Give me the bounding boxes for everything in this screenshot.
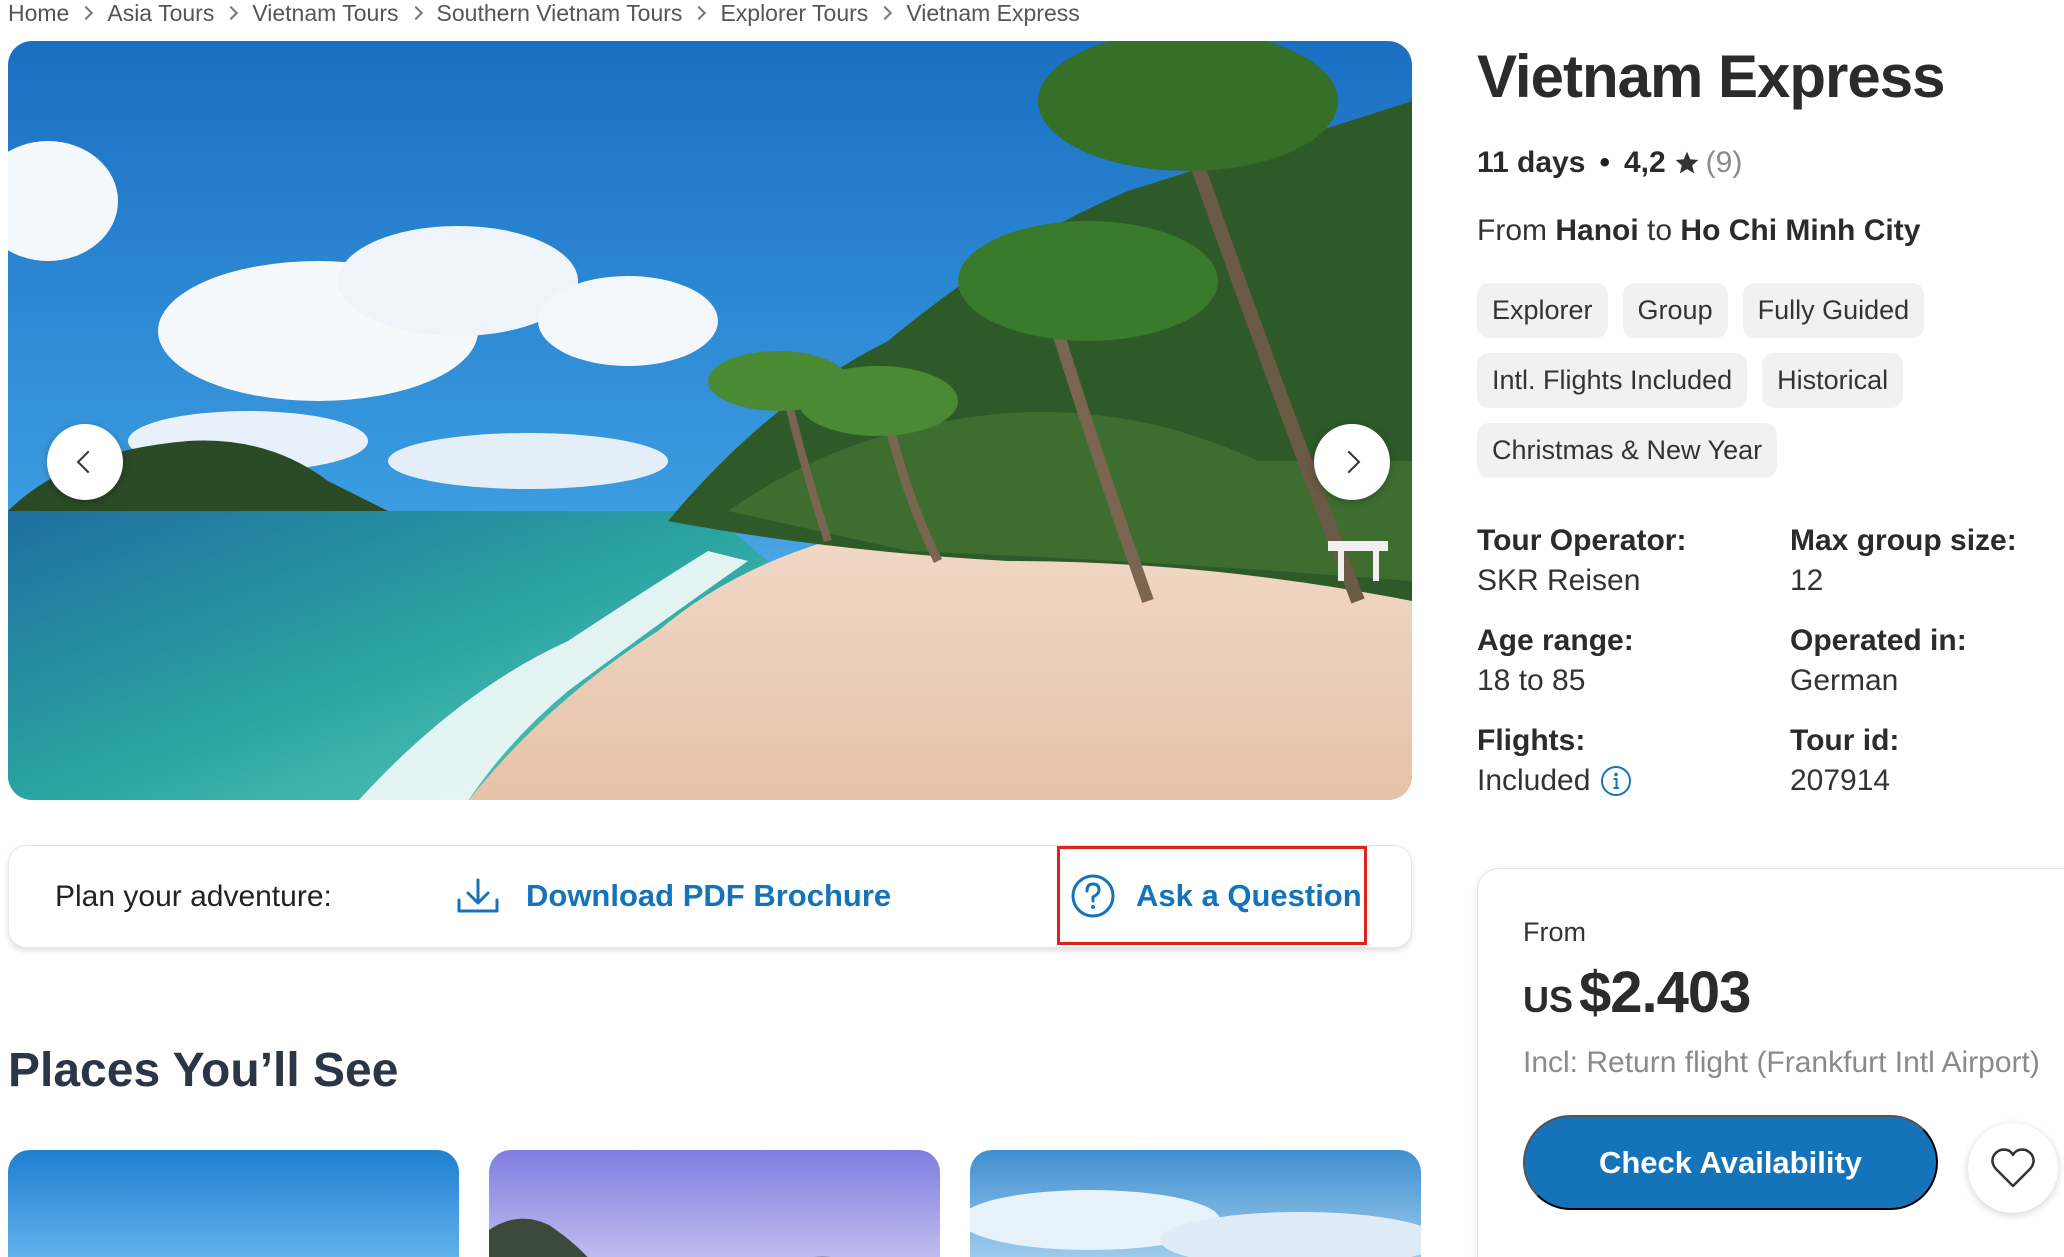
review-count[interactable]: (9) [1706,146,1743,180]
fact-label: Tour id: [1790,724,1900,757]
price-amount: $2.403 [1579,960,1751,1025]
place-photo [8,1150,459,1257]
plan-label: Plan your adventure: [55,880,332,913]
breadcrumb-southern-vietnam-tours[interactable]: Southern Vietnam Tours [437,0,683,27]
fact-flights: Flights: Included [1477,721,1632,801]
tour-title: Vietnam Express [1477,43,1945,110]
tag-historical[interactable]: Historical [1762,353,1904,408]
ask-question-label: Ask a Question [1136,877,1362,913]
download-brochure-label: Download PDF Brochure [526,878,892,913]
place-card[interactable] [489,1150,940,1257]
wishlist-button[interactable] [1968,1123,2058,1213]
gallery-next-button[interactable] [1314,424,1390,500]
fact-value: Included [1477,761,1632,801]
fact-label: Flights: [1477,724,1586,757]
price-from-label: From [1523,917,1586,947]
fact-operator: Tour Operator: SKR Reisen [1477,521,1686,601]
fact-value: 12 [1790,564,1824,597]
fact-age-range: Age range: 18 to 85 [1477,621,1634,701]
place-photo [970,1150,1421,1257]
chevron-right-icon [692,5,707,21]
chevron-right-icon [224,5,239,21]
route-start: Hanoi [1555,214,1639,247]
price-currency: US [1523,979,1574,1020]
separator-dot: • [1599,146,1610,179]
tag-group[interactable]: Group [1622,283,1728,338]
route-from-prefix: From [1477,214,1547,247]
breadcrumb-current: Vietnam Express [906,0,1080,26]
tour-rating: 4,2 [1623,146,1666,179]
fact-value: German [1790,664,1899,697]
fact-group-size: Max group size: 12 [1790,521,2017,601]
place-card[interactable] [8,1150,459,1257]
price-value: US $2.403 [1523,959,1751,1026]
tag-fully-guided[interactable]: Fully Guided [1742,283,1925,338]
chevron-left-icon [76,450,100,474]
fact-value: 207914 [1790,764,1891,797]
place-card[interactable] [970,1150,1421,1257]
ask-question-link[interactable]: Ask a Question [1057,846,1367,945]
question-circle-icon [1071,874,1115,917]
beach-photo [8,41,1412,800]
places-heading: Places You’ll See [8,1044,399,1097]
fact-operated-in: Operated in: German [1790,621,1967,701]
fact-value: 18 to 85 [1477,664,1586,697]
download-icon [457,878,499,913]
breadcrumb-vietnam-tours[interactable]: Vietnam Tours [252,0,398,27]
tour-meta: 11 days • 4,2 (9) [1477,146,1742,180]
breadcrumb-home[interactable]: Home [8,0,69,27]
tag-christmas-new-year[interactable]: Christmas & New Year [1477,423,1778,478]
fact-label: Age range: [1477,624,1634,657]
price-inclusion: Incl: Return flight (Frankfurt Intl Airp… [1523,1046,2040,1079]
download-brochure-link[interactable]: Download PDF Brochure [456,874,891,918]
gallery-prev-button[interactable] [47,424,123,500]
tag-explorer[interactable]: Explorer [1477,283,1608,338]
star-icon [1675,151,1699,174]
breadcrumb: Home Asia Tours Vietnam Tours Southern V… [8,0,1080,26]
fact-label: Operated in: [1790,624,1967,657]
breadcrumb-asia-tours[interactable]: Asia Tours [107,0,214,27]
fact-label: Tour Operator: [1477,524,1687,557]
info-icon[interactable] [1600,765,1632,797]
tour-duration: 11 days [1477,146,1586,179]
chevron-right-icon [878,5,893,21]
place-photo [489,1150,940,1257]
heart-icon [1991,1148,2035,1188]
photo-gallery[interactable] [8,41,1412,800]
tag-intl-flights[interactable]: Intl. Flights Included [1477,353,1748,408]
route-end: Ho Chi Minh City [1680,214,1921,247]
chevron-right-icon [79,5,94,21]
fact-value: SKR Reisen [1477,564,1641,597]
tour-route: From Hanoi to Ho Chi Minh City [1477,214,1920,248]
breadcrumb-explorer-tours[interactable]: Explorer Tours [720,0,868,27]
route-to-prefix: to [1647,214,1673,247]
tour-tags: Explorer Group Fully Guided Intl. Flight… [1477,283,2037,478]
chevron-right-icon [1337,450,1361,474]
check-availability-button[interactable]: Check Availability [1523,1115,1938,1210]
price-card: From US $2.403 Incl: Return flight (Frank… [1477,868,2064,1257]
fact-label: Max group size: [1790,524,2017,557]
fact-tour-id: Tour id: 207914 [1790,721,1899,801]
flights-value: Included [1477,764,1591,797]
chevron-right-icon [408,5,423,21]
plan-adventure-bar: Plan your adventure: Download PDF Brochu… [8,845,1412,948]
